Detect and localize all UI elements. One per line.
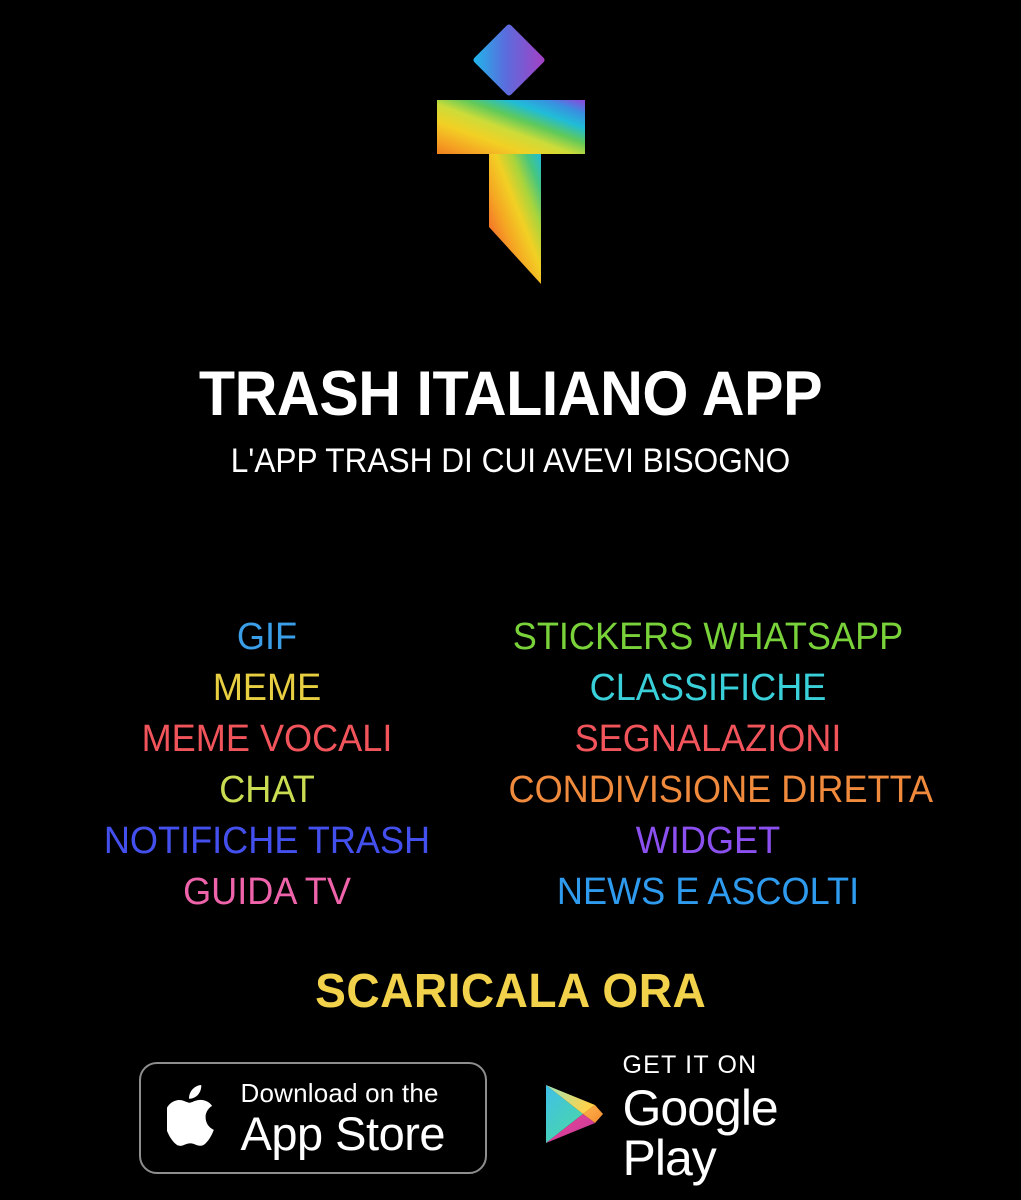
app-store-line1: Download on the: [240, 1077, 439, 1108]
feature-item: NEWS E ASCOLTI: [556, 871, 860, 913]
feature-item: NOTIFICHE TRASH: [103, 820, 431, 862]
app-store-line2: App Store: [240, 1106, 446, 1160]
page-subtitle: L'APP TRASH DI CUI AVEVI BISOGNO: [230, 442, 791, 480]
feature-item: GUIDA TV: [183, 871, 351, 913]
app-store-badge[interactable]: Download on the App Store: [138, 1062, 487, 1174]
feature-item: MEME: [212, 667, 322, 709]
feature-item: SEGNALAZIONI: [574, 718, 842, 760]
feature-item: STICKERS WHATSAPP: [512, 616, 904, 658]
apple-icon: [163, 1081, 225, 1156]
promo-poster: TRASH ITALIANO APP L'APP TRASH DI CUI AV…: [0, 0, 1021, 1200]
cta-label: SCARICALA ORA: [314, 965, 707, 1018]
feature-item: CONDIVISIONE DIRETTA: [508, 769, 934, 811]
header-block: TRASH ITALIANO APP L'APP TRASH DI CUI AV…: [0, 359, 1021, 480]
feature-item: WIDGET: [635, 820, 781, 862]
app-store-text: Download on the App Store: [241, 1080, 446, 1157]
trash-italiano-logo-icon: [436, 24, 585, 284]
feature-column-left: GIF MEME MEME VOCALI CHAT NOTIFICHE TRAS…: [57, 612, 477, 918]
logo-diamond-dot: [472, 24, 545, 96]
feature-item: MEME VOCALI: [141, 718, 393, 760]
logo-container: [0, 22, 1021, 297]
logo-t-crossbar: [436, 100, 585, 154]
store-badges: Download on the App Store GET IT ON Goog…: [0, 1053, 1021, 1183]
feature-item: CHAT: [219, 769, 315, 811]
feature-item: CLASSIFICHE: [589, 667, 827, 709]
google-play-line2: Google Play: [622, 1080, 779, 1186]
page-title: TRASH ITALIANO APP: [198, 359, 823, 429]
google-play-line1: GET IT ON: [622, 1051, 758, 1079]
feature-item: GIF: [236, 616, 298, 658]
google-play-icon: [543, 1082, 605, 1155]
google-play-text: GET IT ON Google Play: [622, 1051, 883, 1186]
cta-block: SCARICALA ORA: [0, 968, 1021, 1016]
google-play-badge[interactable]: GET IT ON Google Play: [542, 1053, 883, 1183]
feature-column-right: STICKERS WHATSAPP CLASSIFICHE SEGNALAZIO…: [498, 612, 934, 918]
feature-list: GIF MEME MEME VOCALI CHAT NOTIFICHE TRAS…: [0, 612, 1021, 922]
logo-t-stem: [488, 154, 541, 284]
